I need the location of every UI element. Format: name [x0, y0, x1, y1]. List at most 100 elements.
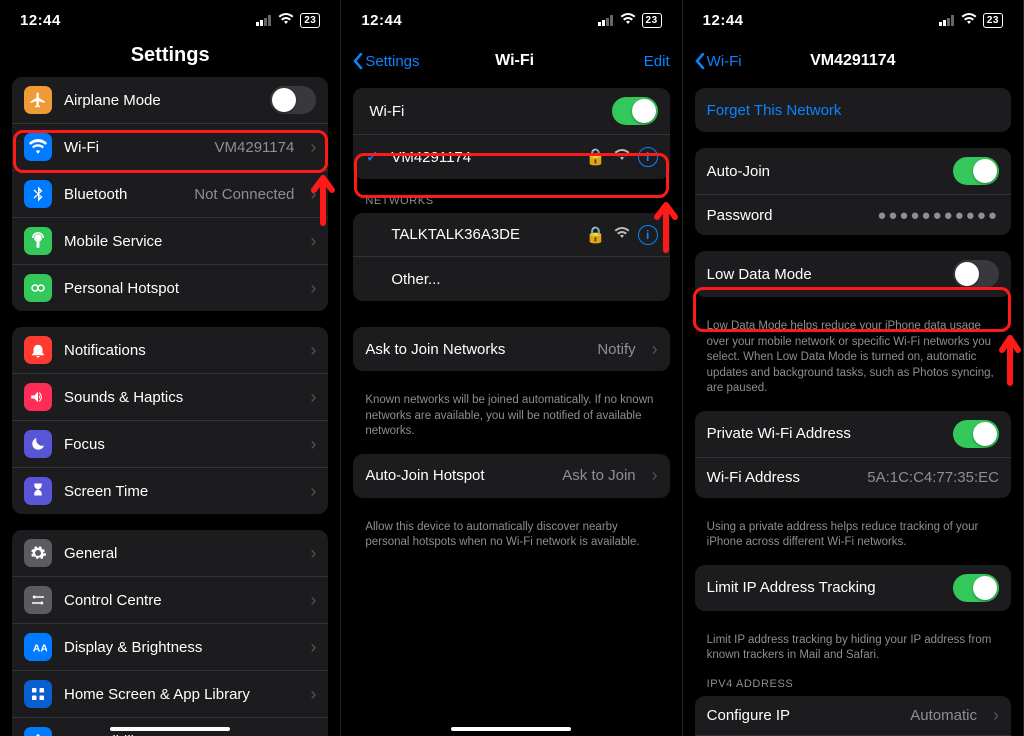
autojoin-toggle[interactable]: [953, 157, 999, 185]
display-row[interactable]: AA Display & Brightness ›: [12, 624, 328, 671]
password-value: ●●●●●●●●●●●: [877, 207, 999, 224]
autojoin-hotspot-row[interactable]: Auto-Join Hotspot Ask to Join ›: [353, 454, 669, 498]
ask-value: Notify: [597, 341, 635, 358]
status-bar: 12:44 23: [683, 0, 1023, 40]
address-label: Wi-Fi Address: [707, 469, 856, 486]
wifi-toggle-row[interactable]: Wi-Fi: [353, 88, 669, 135]
speaker-icon: [24, 383, 52, 411]
autojoin-row[interactable]: Auto-Join: [695, 148, 1011, 195]
status-bar: 12:44 23: [0, 0, 340, 40]
svg-text:AA: AA: [33, 643, 47, 655]
antenna-icon: [24, 227, 52, 255]
homescreen-row[interactable]: Home Screen & App Library ›: [12, 671, 328, 718]
private-address-row[interactable]: Private Wi-Fi Address: [695, 411, 1011, 458]
info-button[interactable]: i: [638, 225, 658, 245]
screentime-label: Screen Time: [64, 483, 294, 500]
ipv4-header: IPV4 ADDRESS: [695, 678, 1011, 696]
chevron-icon: ›: [310, 731, 316, 736]
configure-ip-row[interactable]: Configure IP Automatic ›: [695, 696, 1011, 736]
autojoin-footer: Allow this device to automatically disco…: [353, 514, 669, 565]
airplane-toggle[interactable]: [270, 86, 316, 114]
battery-icon: 23: [300, 13, 320, 28]
other-network-row[interactable]: Other...: [353, 257, 669, 301]
private-label: Private Wi-Fi Address: [707, 425, 941, 442]
wifi-toggle[interactable]: [612, 97, 658, 125]
chevron-icon: ›: [993, 705, 999, 726]
signal-icon: [256, 15, 272, 26]
airplane-icon: [24, 86, 52, 114]
chevron-icon: ›: [310, 137, 316, 158]
bluetooth-value: Not Connected: [194, 186, 294, 203]
page-title: Settings: [0, 40, 340, 71]
gear-icon: [24, 539, 52, 567]
ask-footer: Known networks will be joined automatica…: [353, 387, 669, 454]
signal-icon: [598, 15, 614, 26]
sounds-row[interactable]: Sounds & Haptics ›: [12, 374, 328, 421]
wifi-value: VM4291174: [215, 139, 295, 156]
chevron-icon: ›: [310, 434, 316, 455]
lowdata-footer: Low Data Mode helps reduce your iPhone d…: [695, 313, 1011, 411]
chevron-icon: ›: [310, 543, 316, 564]
chevron-icon: ›: [310, 231, 316, 252]
ask-to-join-row[interactable]: Ask to Join Networks Notify ›: [353, 327, 669, 371]
configure-label: Configure IP: [707, 707, 899, 724]
general-label: General: [64, 545, 294, 562]
mobile-row[interactable]: Mobile Service ›: [12, 218, 328, 265]
forget-network-row[interactable]: Forget This Network: [695, 88, 1011, 132]
edit-button[interactable]: Edit: [610, 53, 670, 70]
autojoin-label: Auto-Join Hotspot: [365, 467, 550, 484]
connected-network-row[interactable]: ✓ VM4291174 🔒 i: [353, 135, 669, 179]
bell-icon: [24, 336, 52, 364]
hotspot-row[interactable]: Personal Hotspot ›: [12, 265, 328, 311]
autojoin-value: Ask to Join: [562, 467, 635, 484]
battery-icon: 23: [642, 13, 662, 28]
limit-footer: Limit IP address tracking by hiding your…: [695, 627, 1011, 678]
wifi-row[interactable]: Wi-Fi VM4291174 ›: [12, 124, 328, 171]
airplane-mode-row[interactable]: Airplane Mode: [12, 77, 328, 124]
control-label: Control Centre: [64, 592, 294, 609]
wifi-list-screen: 12:44 23 Settings Wi-Fi Edit Wi-Fi ✓ V: [341, 0, 682, 736]
bluetooth-icon: [24, 180, 52, 208]
private-toggle[interactable]: [953, 420, 999, 448]
grid-icon: [24, 680, 52, 708]
network-row[interactable]: TALKTALK36A3DE 🔒 i: [353, 213, 669, 257]
focus-row[interactable]: Focus ›: [12, 421, 328, 468]
chevron-icon: ›: [310, 637, 316, 658]
info-button[interactable]: i: [638, 147, 658, 167]
password-row[interactable]: Password ●●●●●●●●●●●: [695, 195, 1011, 235]
chevron-icon: ›: [310, 184, 316, 205]
general-row[interactable]: General ›: [12, 530, 328, 577]
sliders-icon: [24, 586, 52, 614]
limit-tracking-row[interactable]: Limit IP Address Tracking: [695, 565, 1011, 611]
back-label: Wi-Fi: [707, 53, 742, 70]
wifi-icon: [24, 133, 52, 161]
back-button[interactable]: Wi-Fi: [695, 53, 755, 70]
home-indicator[interactable]: [451, 727, 571, 731]
screentime-row[interactable]: Screen Time ›: [12, 468, 328, 514]
hourglass-icon: [24, 477, 52, 505]
back-label: Settings: [365, 53, 419, 70]
bluetooth-row[interactable]: Bluetooth Not Connected ›: [12, 171, 328, 218]
status-bar: 12:44 23: [341, 0, 681, 40]
display-icon: AA: [24, 633, 52, 661]
wifi-strength-icon: [614, 148, 630, 166]
control-centre-row[interactable]: Control Centre ›: [12, 577, 328, 624]
low-data-mode-row[interactable]: Low Data Mode: [695, 251, 1011, 297]
networks-header: NETWORKS: [353, 195, 669, 213]
limit-toggle[interactable]: [953, 574, 999, 602]
notifications-row[interactable]: Notifications ›: [12, 327, 328, 374]
lowdata-toggle[interactable]: [953, 260, 999, 288]
moon-icon: [24, 430, 52, 458]
back-button[interactable]: Settings: [353, 53, 419, 70]
home-indicator[interactable]: [110, 727, 230, 731]
wifi-icon: [620, 12, 636, 29]
chevron-icon: ›: [310, 481, 316, 502]
chevron-icon: ›: [310, 387, 316, 408]
forget-label: Forget This Network: [707, 102, 999, 119]
notifications-label: Notifications: [64, 342, 294, 359]
airplane-label: Airplane Mode: [64, 92, 258, 109]
bluetooth-label: Bluetooth: [64, 186, 182, 203]
network-detail-screen: 12:44 23 Wi-Fi VM4291174 Forget This Net…: [683, 0, 1024, 736]
checkmark-icon: ✓: [365, 147, 379, 167]
password-label: Password: [707, 207, 866, 224]
